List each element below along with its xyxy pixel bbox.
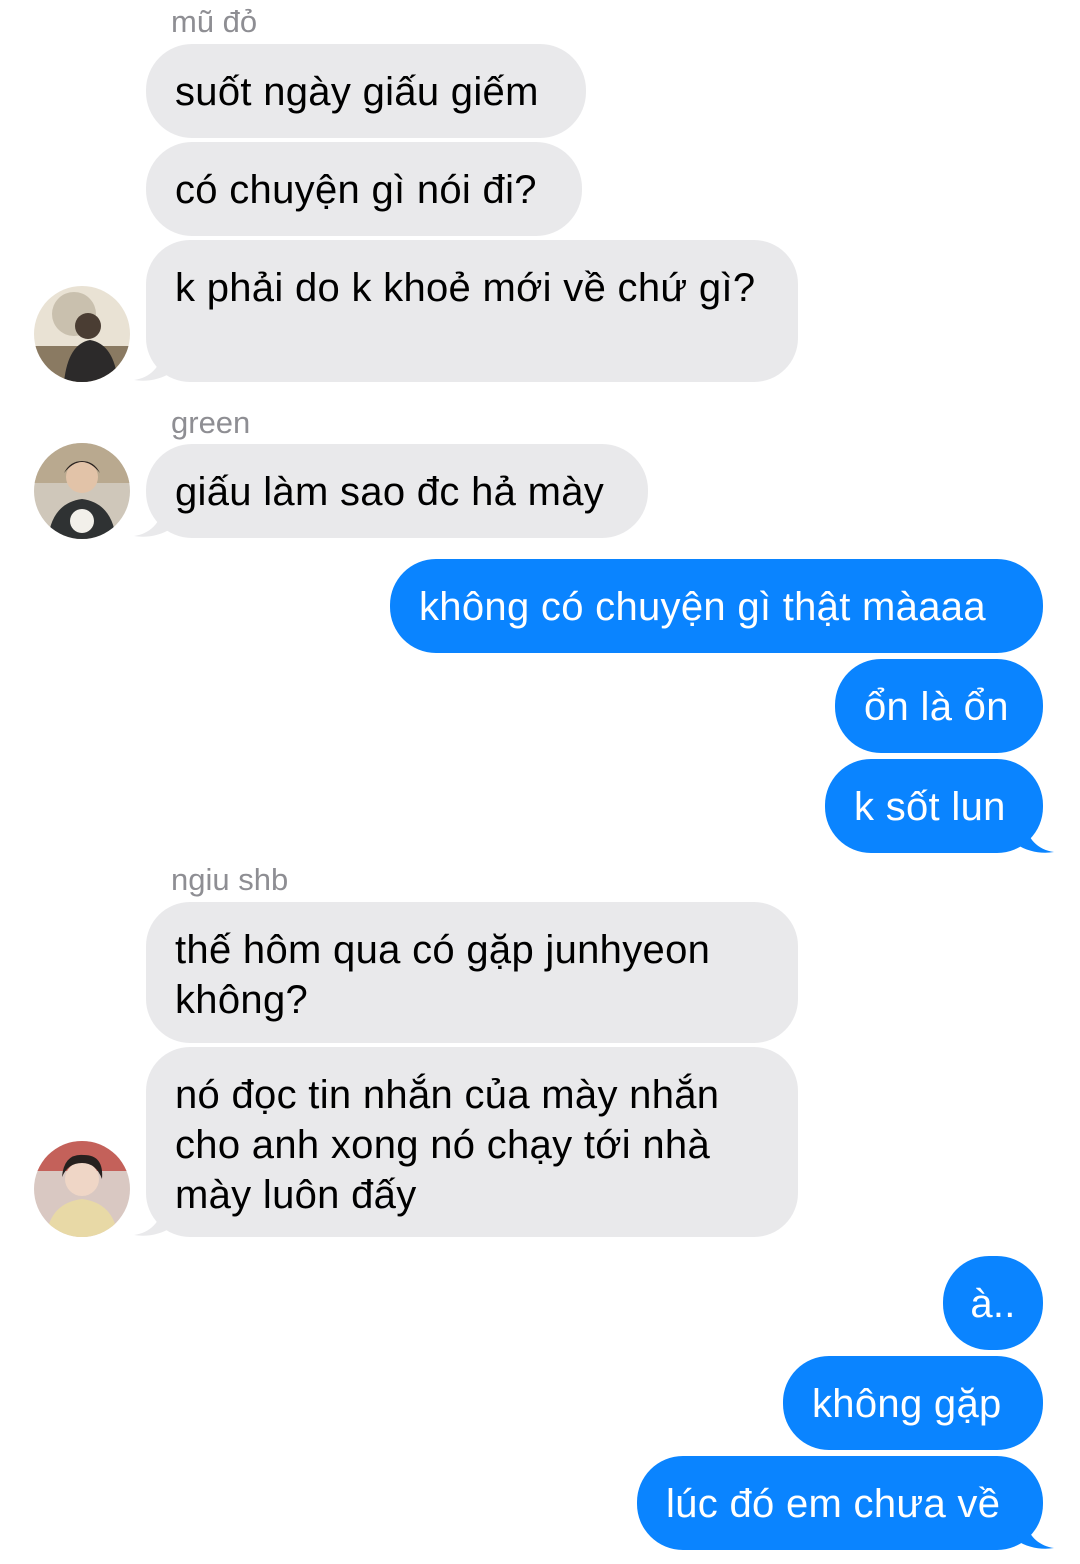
message-bubble[interactable]: có chuyện gì nói đi? bbox=[146, 142, 582, 236]
bubble-tail bbox=[134, 1205, 172, 1236]
message-bubble-outgoing[interactable]: à.. bbox=[943, 1256, 1043, 1350]
message-text: à.. bbox=[970, 1282, 1016, 1326]
message-text: thế hôm qua có gặp junhyeon không? bbox=[175, 928, 711, 1022]
sender-name: green bbox=[171, 405, 251, 440]
message-bubble[interactable]: nó đọc tin nhắn của mày nhắn cho anh xon… bbox=[146, 1047, 798, 1237]
sender-name: mũ đỏ bbox=[171, 4, 258, 39]
message-text: lúc đó em chưa về bbox=[666, 1482, 1001, 1526]
message-bubble-outgoing[interactable]: ổn là ổn bbox=[835, 659, 1043, 753]
message-text: ổn là ổn bbox=[864, 685, 1009, 729]
message-bubble[interactable]: giấu làm sao đc hả mày bbox=[146, 444, 648, 538]
message-text: nó đọc tin nhắn của mày nhắn cho anh xon… bbox=[175, 1073, 720, 1217]
message-text: k phải do k khoẻ mới về chứ gì? bbox=[175, 266, 756, 310]
avatar-photo[interactable] bbox=[34, 443, 130, 539]
message-bubble-outgoing[interactable]: lúc đó em chưa về bbox=[637, 1456, 1043, 1550]
message-bubble[interactable]: k phải do k khoẻ mới về chứ gì? bbox=[146, 240, 798, 382]
message-text: k sốt lun bbox=[854, 785, 1006, 829]
avatar-photo[interactable] bbox=[34, 1141, 130, 1237]
bubble-tail bbox=[134, 506, 172, 537]
sender-name: ngiu shb bbox=[171, 862, 289, 897]
message-bubble[interactable]: suốt ngày giấu giếm bbox=[146, 44, 586, 138]
message-text: suốt ngày giấu giếm bbox=[175, 70, 539, 114]
message-text: có chuyện gì nói đi? bbox=[175, 168, 537, 212]
bubble-tail bbox=[134, 350, 172, 381]
message-text: giấu làm sao đc hả mày bbox=[175, 470, 605, 514]
message-bubble[interactable]: thế hôm qua có gặp junhyeon không? bbox=[146, 902, 798, 1043]
message-bubble-outgoing[interactable]: không gặp bbox=[783, 1356, 1043, 1450]
avatar-photo[interactable] bbox=[34, 286, 130, 382]
bubble-tail bbox=[1016, 822, 1054, 853]
message-text: không gặp bbox=[812, 1382, 1002, 1426]
message-bubble-outgoing[interactable]: không có chuyện gì thật màaaa bbox=[390, 559, 1043, 653]
message-bubble-outgoing[interactable]: k sốt lun bbox=[825, 759, 1043, 853]
message-text: không có chuyện gì thật màaaa bbox=[419, 585, 986, 629]
bubble-tail bbox=[1016, 1518, 1054, 1549]
